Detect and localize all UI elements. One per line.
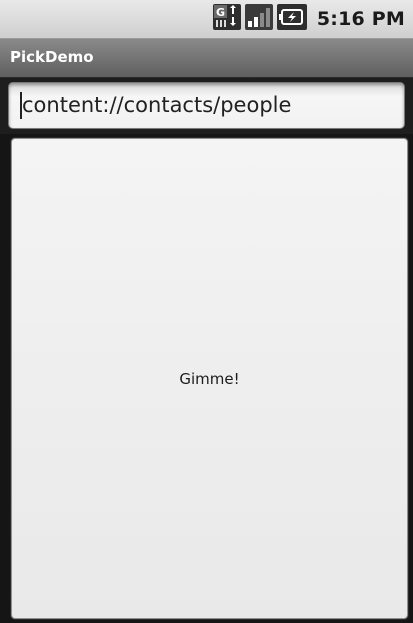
status-bar: G 5:16 PM [0,0,413,39]
uri-input-value: content://contacts/people [22,93,292,117]
status-icons: G 5:16 PM [212,4,405,34]
signal-strength-icon [244,4,273,34]
status-time: 5:16 PM [316,8,405,30]
uri-input[interactable]: content://contacts/people [8,82,405,129]
phone-screen: G 5:16 PM PickDemo content://contacts/pe… [0,0,413,623]
app-title: PickDemo [10,48,94,66]
battery-charging-icon [276,4,307,34]
gimme-button[interactable]: Gimme! [11,138,408,619]
svg-text:G: G [216,6,225,19]
data-transfer-icon: G [212,4,241,34]
title-bar: PickDemo [0,39,413,78]
gimme-button-label: Gimme! [179,369,240,388]
uri-field-container: content://contacts/people [0,78,413,134]
